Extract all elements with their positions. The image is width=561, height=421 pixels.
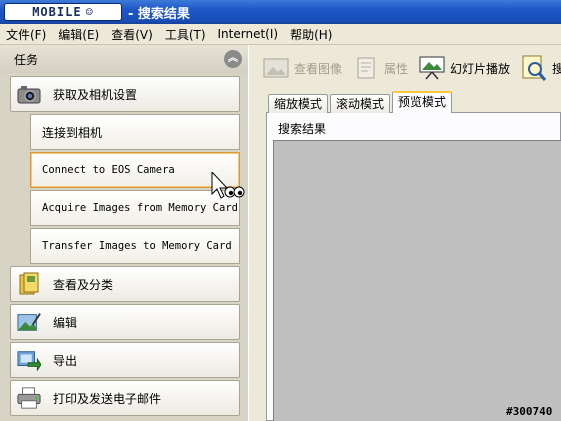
edit-icon [17, 310, 41, 334]
camera-icon [17, 82, 41, 106]
task-pane-title: 任务 [14, 52, 39, 67]
sub-item-label: 连接到相机 [42, 125, 103, 140]
sub-item-label: Transfer Images to Memory Card [42, 240, 232, 252]
export-icon [17, 348, 41, 372]
tab-zoom-mode[interactable]: 缩放模式 [268, 94, 329, 113]
view-image-label: 查看图像 [294, 61, 343, 76]
section-view-label: 查看及分类 [53, 277, 114, 292]
search-label: 搜 [552, 61, 561, 76]
search-icon [520, 55, 548, 81]
section-export-label: 导出 [53, 353, 78, 368]
task-pane: 任务 ︽ 获取及相机设置 连接到相机 Connect to EOS Camera… [0, 45, 248, 421]
section-acquire[interactable]: 获取及相机设置 [10, 76, 240, 112]
menu-bar: 文件(F) 编辑(E) 查看(V) 工具(T) Internet(I) 帮助(H… [0, 24, 561, 45]
view-image-button[interactable]: 查看图像 [262, 55, 342, 81]
sub-item-connect-camera[interactable]: 连接到相机 [30, 114, 240, 150]
properties-button[interactable]: 属性 [352, 55, 408, 81]
image-icon [262, 55, 290, 81]
section-edit[interactable]: 编辑 [10, 304, 240, 340]
section-print-label: 打印及发送电子邮件 [53, 391, 162, 406]
sub-item-connect-eos[interactable]: Connect to EOS Camera [30, 152, 240, 188]
menu-tools[interactable]: 工具(T) [159, 26, 212, 43]
tab-scroll-mode[interactable]: 滚动模式 [330, 94, 391, 113]
sub-item-transfer-card[interactable]: Transfer Images to Memory Card [30, 228, 240, 264]
sub-item-label: Acquire Images from Memory Card [42, 202, 238, 214]
slideshow-label: 幻灯片播放 [450, 61, 511, 76]
title-bar: MOBILE ☺ - 搜索结果 [0, 0, 561, 24]
slideshow-button[interactable]: 幻灯片播放 [418, 55, 510, 81]
folder-icon [17, 272, 41, 296]
search-button[interactable]: 搜 [520, 55, 561, 81]
watermark: #300740 [506, 405, 553, 418]
window-title: - 搜索结果 [128, 6, 190, 22]
collapse-up-icon[interactable]: ︽ [224, 50, 242, 68]
search-results-title: 搜索结果 [278, 122, 327, 136]
properties-icon [352, 55, 380, 81]
section-print[interactable]: 打印及发送电子邮件 [10, 380, 240, 416]
pane-splitter[interactable] [248, 45, 252, 421]
sub-item-label: Connect to EOS Camera [42, 164, 175, 176]
app-logo: MOBILE ☺ [4, 3, 122, 21]
toolbar: 查看图像 属性 幻灯片播放 搜 [252, 48, 561, 88]
section-export[interactable]: 导出 [10, 342, 240, 378]
menu-view[interactable]: 查看(V) [105, 26, 159, 43]
printer-icon [17, 386, 41, 410]
menu-file[interactable]: 文件(F) [0, 26, 52, 43]
menu-internet[interactable]: Internet(I) [212, 27, 285, 41]
menu-help[interactable]: 帮助(H) [284, 26, 338, 43]
section-acquire-label: 获取及相机设置 [53, 87, 138, 102]
search-results-area[interactable] [273, 140, 561, 421]
sub-item-acquire-card[interactable]: Acquire Images from Memory Card [30, 190, 240, 226]
section-view[interactable]: 查看及分类 [10, 266, 240, 302]
view-mode-tabs: 缩放模式 滚动模式 预览模式 [268, 91, 454, 113]
menu-edit[interactable]: 编辑(E) [52, 26, 105, 43]
task-pane-header: 任务 ︽ [0, 45, 248, 73]
tab-preview-mode[interactable]: 预览模式 [392, 91, 453, 113]
section-edit-label: 编辑 [53, 315, 78, 330]
properties-label: 属性 [384, 61, 409, 76]
slideshow-icon [418, 55, 446, 81]
mouse-cursor-icon [210, 170, 246, 209]
